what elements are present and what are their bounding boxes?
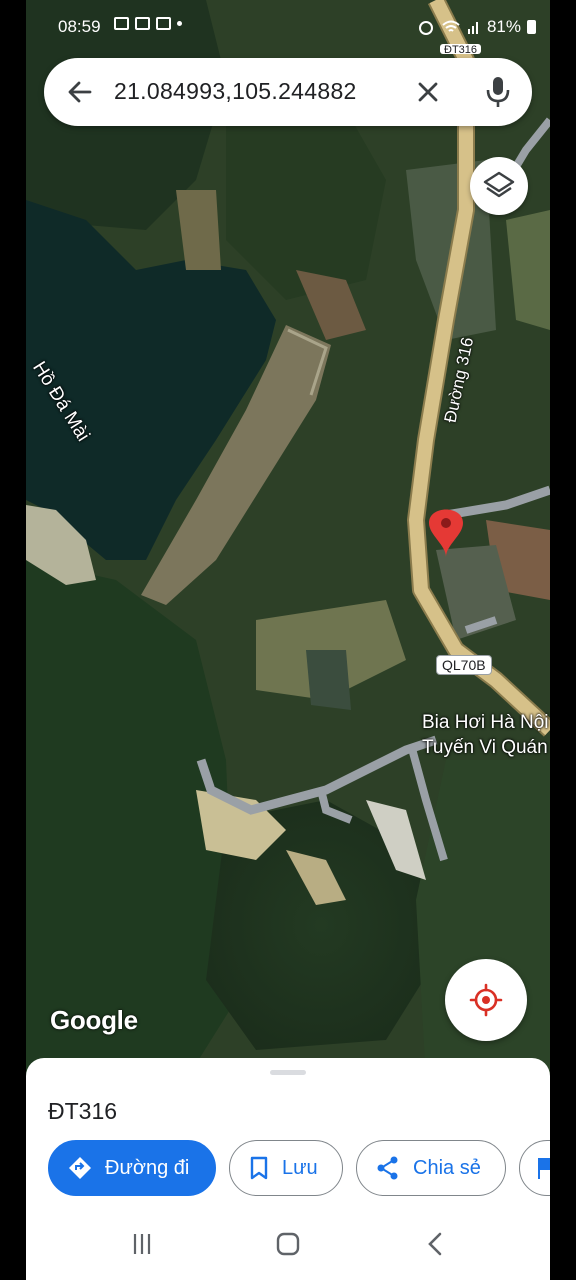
road-badge: QL70B — [436, 655, 492, 675]
my-location-icon — [469, 983, 503, 1017]
google-attribution: Google — [50, 1005, 138, 1035]
calendar-icon — [135, 17, 150, 30]
gmail-icon — [156, 17, 171, 30]
flag-icon — [538, 1158, 550, 1179]
save-label: Lưu — [282, 1156, 318, 1179]
poi-label[interactable]: Bia Hơi Hà Nội Tuyến Vi Quán — [422, 710, 549, 760]
layers-button[interactable] — [470, 157, 528, 215]
alarm-icon — [418, 21, 433, 35]
status-bar: 08:59 81% — [26, 0, 550, 54]
wifi-icon — [442, 20, 460, 32]
directions-icon — [69, 1157, 91, 1179]
status-time: 08:59 — [58, 17, 101, 36]
back-icon[interactable] — [420, 1228, 452, 1260]
notification-icons — [114, 17, 182, 30]
share-label: Chia sẻ — [413, 1156, 481, 1179]
my-location-button[interactable] — [445, 959, 527, 1041]
search-input[interactable]: 21.084993,105.244882 — [114, 78, 357, 105]
bookmark-icon — [250, 1156, 268, 1180]
share-icon — [377, 1156, 398, 1180]
poi-label-line2: Tuyến Vi Quán — [422, 737, 548, 758]
poi-label-line1: Bia Hơi Hà Nội — [422, 712, 549, 733]
arrow-left-icon[interactable] — [64, 76, 96, 108]
directions-button[interactable]: Đường đi — [48, 1140, 216, 1196]
directions-label: Đường đi — [105, 1156, 190, 1179]
layers-icon — [483, 171, 515, 198]
image-icon — [114, 17, 129, 30]
close-icon[interactable] — [412, 76, 444, 108]
recent-apps-icon[interactable] — [126, 1228, 158, 1260]
microphone-icon[interactable] — [482, 74, 514, 110]
more-actions-button[interactable] — [519, 1140, 550, 1196]
more-notifications-icon — [177, 21, 182, 26]
action-chips: Đường đi Lưu Chia sẻ — [48, 1140, 550, 1196]
home-icon[interactable] — [272, 1228, 304, 1260]
signal-icon — [467, 22, 478, 34]
battery-percent: 81% — [486, 17, 521, 36]
place-bottom-sheet[interactable]: ĐT316 Đường đi Lưu Chia sẻ — [26, 1058, 550, 1280]
place-title: ĐT316 — [48, 1098, 118, 1124]
save-button[interactable]: Lưu — [229, 1140, 343, 1196]
battery-icon — [527, 20, 536, 34]
search-bar[interactable]: 21.084993,105.244882 — [44, 58, 532, 126]
google-maps-screen: Hồ Đá Mài Đường 316 QL70B ĐT316 Bia Hơi … — [26, 0, 550, 1280]
sheet-drag-handle[interactable] — [270, 1070, 306, 1075]
share-button[interactable]: Chia sẻ — [356, 1140, 506, 1196]
system-icons: 81% — [417, 17, 536, 37]
system-navigation-bar — [26, 1208, 550, 1280]
